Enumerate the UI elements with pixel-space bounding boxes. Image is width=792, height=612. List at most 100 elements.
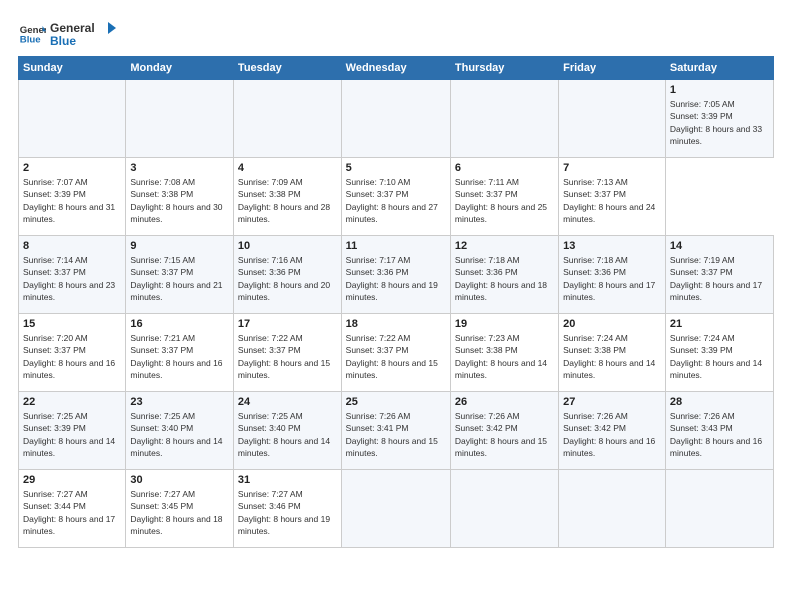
calendar-cell: [665, 470, 773, 548]
day-number: 20: [563, 318, 661, 330]
day-number: 30: [130, 474, 229, 486]
week-row-6: 29 Sunrise: 7:27 AMSunset: 3:44 PMDayligh…: [19, 470, 774, 548]
day-number: 18: [346, 318, 446, 330]
day-number: 21: [670, 318, 769, 330]
header-day-thursday: Thursday: [450, 57, 558, 80]
day-number: 19: [455, 318, 554, 330]
day-detail: Sunrise: 7:08 AMSunset: 3:38 PMDaylight:…: [130, 177, 222, 224]
day-number: 13: [563, 240, 661, 252]
day-number: 15: [23, 318, 121, 330]
calendar-cell: 4 Sunrise: 7:09 AMSunset: 3:38 PMDaylight…: [233, 158, 341, 236]
day-number: 14: [670, 240, 769, 252]
day-number: 6: [455, 162, 554, 174]
header-row: SundayMondayTuesdayWednesdayThursdayFrid…: [19, 57, 774, 80]
day-detail: Sunrise: 7:23 AMSunset: 3:38 PMDaylight:…: [455, 333, 547, 380]
day-detail: Sunrise: 7:15 AMSunset: 3:37 PMDaylight:…: [130, 255, 222, 302]
day-number: 31: [238, 474, 337, 486]
week-row-3: 8Sunrise: 7:14 AMSunset: 3:37 PMDaylight…: [19, 236, 774, 314]
day-detail: Sunrise: 7:27 AMSunset: 3:46 PMDaylight:…: [238, 489, 330, 536]
day-detail: Sunrise: 7:26 AMSunset: 3:41 PMDaylight:…: [346, 411, 438, 458]
svg-text:General: General: [50, 21, 95, 35]
calendar-cell: [450, 80, 558, 158]
calendar-cell: 2 Sunrise: 7:07 AMSunset: 3:39 PMDaylight…: [19, 158, 126, 236]
day-detail: Sunrise: 7:26 AMSunset: 3:42 PMDaylight:…: [455, 411, 547, 458]
day-detail: Sunrise: 7:05 AMSunset: 3:39 PMDaylight:…: [670, 99, 762, 146]
calendar-cell: 14 Sunrise: 7:19 AMSunset: 3:37 PMDayligh…: [665, 236, 773, 314]
day-detail: Sunrise: 7:18 AMSunset: 3:36 PMDaylight:…: [563, 255, 655, 302]
calendar-cell: 5 Sunrise: 7:10 AMSunset: 3:37 PMDaylight…: [341, 158, 450, 236]
calendar-cell: 26Sunrise: 7:26 AMSunset: 3:42 PMDayligh…: [450, 392, 558, 470]
calendar-cell: 16Sunrise: 7:21 AMSunset: 3:37 PMDayligh…: [126, 314, 234, 392]
calendar-cell: 19 Sunrise: 7:23 AMSunset: 3:38 PMDayligh…: [450, 314, 558, 392]
day-detail: Sunrise: 7:22 AMSunset: 3:37 PMDaylight:…: [238, 333, 330, 380]
day-detail: Sunrise: 7:09 AMSunset: 3:38 PMDaylight:…: [238, 177, 330, 224]
calendar-cell: 23Sunrise: 7:25 AMSunset: 3:40 PMDayligh…: [126, 392, 234, 470]
calendar-cell: 28 Sunrise: 7:26 AMSunset: 3:43 PMDayligh…: [665, 392, 773, 470]
day-number: 29: [23, 474, 121, 486]
day-number: 5: [346, 162, 446, 174]
day-number: 8: [23, 240, 121, 252]
calendar-cell: 18 Sunrise: 7:22 AMSunset: 3:37 PMDayligh…: [341, 314, 450, 392]
day-detail: Sunrise: 7:25 AMSunset: 3:40 PMDaylight:…: [238, 411, 330, 458]
day-number: 9: [130, 240, 229, 252]
day-detail: Sunrise: 7:07 AMSunset: 3:39 PMDaylight:…: [23, 177, 115, 224]
calendar-cell: [233, 80, 341, 158]
header: General Blue General Blue: [18, 18, 774, 48]
calendar-cell: 30Sunrise: 7:27 AMSunset: 3:45 PMDayligh…: [126, 470, 234, 548]
header-day-monday: Monday: [126, 57, 234, 80]
calendar-cell: 8Sunrise: 7:14 AMSunset: 3:37 PMDaylight…: [19, 236, 126, 314]
calendar-cell: 20 Sunrise: 7:24 AMSunset: 3:38 PMDayligh…: [559, 314, 666, 392]
day-number: 23: [130, 396, 229, 408]
day-detail: Sunrise: 7:10 AMSunset: 3:37 PMDaylight:…: [346, 177, 438, 224]
calendar-cell: 6Sunrise: 7:11 AMSunset: 3:37 PMDaylight…: [450, 158, 558, 236]
day-number: 27: [563, 396, 661, 408]
svg-text:Blue: Blue: [50, 34, 76, 48]
day-number: 11: [346, 240, 446, 252]
calendar-cell: 31 Sunrise: 7:27 AMSunset: 3:46 PMDayligh…: [233, 470, 341, 548]
calendar-cell: 22 Sunrise: 7:25 AMSunset: 3:39 PMDayligh…: [19, 392, 126, 470]
day-detail: Sunrise: 7:25 AMSunset: 3:39 PMDaylight:…: [23, 411, 115, 458]
day-detail: Sunrise: 7:21 AMSunset: 3:37 PMDaylight:…: [130, 333, 222, 380]
header-day-friday: Friday: [559, 57, 666, 80]
calendar-cell: 17 Sunrise: 7:22 AMSunset: 3:37 PMDayligh…: [233, 314, 341, 392]
week-row-4: 15 Sunrise: 7:20 AMSunset: 3:37 PMDayligh…: [19, 314, 774, 392]
day-number: 17: [238, 318, 337, 330]
week-row-1: 1 Sunrise: 7:05 AMSunset: 3:39 PMDaylight…: [19, 80, 774, 158]
day-number: 12: [455, 240, 554, 252]
day-number: 24: [238, 396, 337, 408]
calendar-cell: 21 Sunrise: 7:24 AMSunset: 3:39 PMDayligh…: [665, 314, 773, 392]
calendar-cell: 12Sunrise: 7:18 AMSunset: 3:36 PMDayligh…: [450, 236, 558, 314]
day-detail: Sunrise: 7:22 AMSunset: 3:37 PMDaylight:…: [346, 333, 438, 380]
day-detail: Sunrise: 7:17 AMSunset: 3:36 PMDaylight:…: [346, 255, 438, 302]
calendar-cell: [341, 470, 450, 548]
day-detail: Sunrise: 7:20 AMSunset: 3:37 PMDaylight:…: [23, 333, 115, 380]
logo-icon: General Blue: [18, 19, 46, 47]
calendar-cell: [559, 470, 666, 548]
calendar-cell: [450, 470, 558, 548]
week-row-5: 22 Sunrise: 7:25 AMSunset: 3:39 PMDayligh…: [19, 392, 774, 470]
day-detail: Sunrise: 7:19 AMSunset: 3:37 PMDaylight:…: [670, 255, 762, 302]
logo: General Blue General Blue: [18, 18, 120, 48]
day-number: 2: [23, 162, 121, 174]
day-detail: Sunrise: 7:24 AMSunset: 3:39 PMDaylight:…: [670, 333, 762, 380]
day-number: 1: [670, 84, 769, 96]
day-number: 28: [670, 396, 769, 408]
calendar-cell: 1 Sunrise: 7:05 AMSunset: 3:39 PMDaylight…: [665, 80, 773, 158]
calendar-cell: [126, 80, 234, 158]
day-number: 7: [563, 162, 661, 174]
calendar-cell: 9 Sunrise: 7:15 AMSunset: 3:37 PMDaylight…: [126, 236, 234, 314]
header-day-tuesday: Tuesday: [233, 57, 341, 80]
day-number: 22: [23, 396, 121, 408]
calendar-cell: 24 Sunrise: 7:25 AMSunset: 3:40 PMDayligh…: [233, 392, 341, 470]
day-detail: Sunrise: 7:27 AMSunset: 3:44 PMDaylight:…: [23, 489, 115, 536]
calendar-cell: 11 Sunrise: 7:17 AMSunset: 3:36 PMDayligh…: [341, 236, 450, 314]
calendar-cell: [19, 80, 126, 158]
calendar-cell: 27Sunrise: 7:26 AMSunset: 3:42 PMDayligh…: [559, 392, 666, 470]
calendar-page: General Blue General Blue SundayMondayTu…: [0, 0, 792, 612]
calendar-cell: 13 Sunrise: 7:18 AMSunset: 3:36 PMDayligh…: [559, 236, 666, 314]
calendar-cell: 10Sunrise: 7:16 AMSunset: 3:36 PMDayligh…: [233, 236, 341, 314]
day-detail: Sunrise: 7:24 AMSunset: 3:38 PMDaylight:…: [563, 333, 655, 380]
day-number: 4: [238, 162, 337, 174]
calendar-cell: 7Sunrise: 7:13 AMSunset: 3:37 PMDaylight…: [559, 158, 666, 236]
day-detail: Sunrise: 7:26 AMSunset: 3:43 PMDaylight:…: [670, 411, 762, 458]
